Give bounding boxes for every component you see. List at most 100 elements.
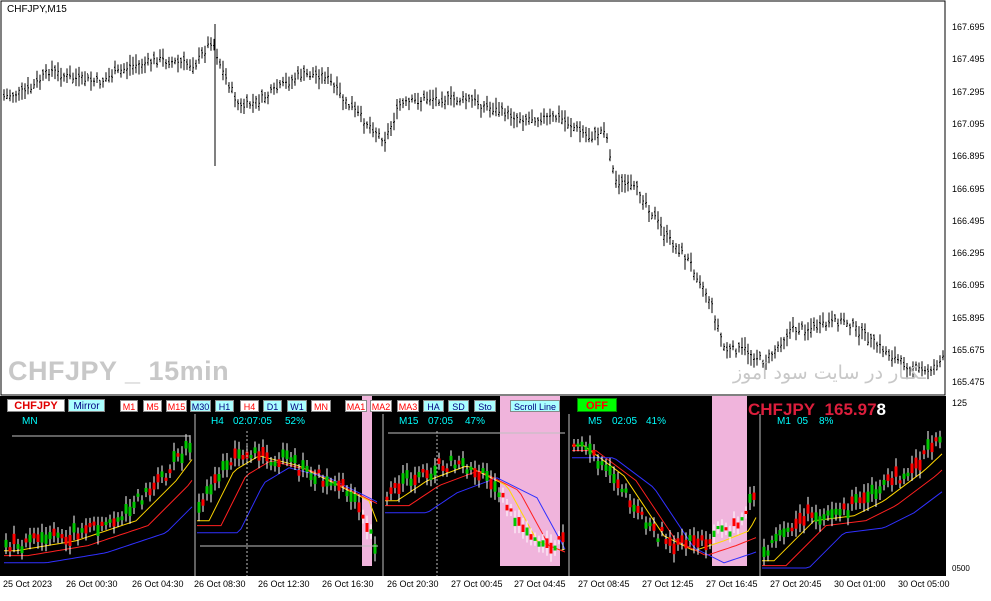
- candle-body: [128, 506, 132, 517]
- heiken-ashi-button[interactable]: HA: [423, 400, 444, 412]
- time-axis-label: 26 Oct 20:30: [387, 579, 439, 589]
- toggle-off-button[interactable]: OFF: [577, 398, 617, 412]
- candle-body: [293, 455, 297, 464]
- candle-body: [20, 546, 24, 554]
- candle-body: [140, 500, 144, 505]
- tf-button-w1[interactable]: W1: [287, 400, 307, 412]
- candle-body: [612, 474, 616, 484]
- candle-body: [12, 533, 16, 545]
- candle-body: [902, 473, 906, 479]
- ma3-button[interactable]: MA3: [397, 400, 419, 412]
- candle-body: [253, 447, 257, 454]
- subchart-h4-pct: 52%: [285, 416, 306, 427]
- candle-body: [221, 461, 225, 471]
- candle-body: [229, 462, 233, 466]
- candle-body: [269, 461, 273, 466]
- candle-body: [850, 496, 854, 505]
- candle-body: [84, 525, 88, 534]
- tf-button-h4[interactable]: H4: [240, 400, 259, 412]
- sub-axis-500: 500: [956, 564, 970, 573]
- candle-body: [481, 468, 485, 474]
- tf-button-m15[interactable]: M15: [166, 400, 187, 412]
- candle-body: [313, 476, 317, 485]
- main-chart[interactable]: [0, 0, 991, 396]
- price-axis-label: 166.095: [952, 280, 985, 291]
- tf-button-h1[interactable]: H1: [215, 400, 234, 412]
- candle-body: [732, 518, 736, 527]
- subchart-m5-label: M5: [588, 416, 602, 427]
- subchart-m1-label: M1: [777, 416, 791, 427]
- candle-body: [882, 480, 886, 485]
- subchart-m15-timer: 07:05: [428, 416, 454, 427]
- subchart-m5-timer: 02:05: [612, 416, 638, 427]
- time-axis-label: 30 Oct 01:00: [834, 579, 886, 589]
- candle-body: [297, 470, 301, 476]
- candle-body: [188, 442, 192, 453]
- candle-body: [497, 492, 501, 498]
- candle-body: [457, 460, 461, 465]
- candle-body: [858, 497, 862, 504]
- ma2-button[interactable]: MA2: [370, 400, 392, 412]
- candle-body: [521, 524, 525, 532]
- candle-body: [798, 512, 802, 524]
- time-axis-label: 26 Oct 12:30: [258, 579, 310, 589]
- candle-body: [926, 439, 930, 450]
- candle-body: [862, 492, 866, 504]
- candle-body: [644, 522, 648, 529]
- candle-body: [172, 451, 176, 462]
- candle-body: [628, 500, 632, 508]
- candle-body: [692, 535, 696, 546]
- price-axis-label: 165.675: [952, 345, 985, 355]
- candle-body: [537, 541, 541, 547]
- price-axis-label: 166.895: [952, 151, 985, 162]
- candle-body: [289, 457, 293, 462]
- multi-timeframe-panel: [0, 396, 991, 596]
- tf-button-m30[interactable]: M30: [190, 400, 211, 412]
- candle-body: [393, 483, 397, 488]
- candle-body: [834, 508, 838, 515]
- candle-body: [878, 486, 882, 494]
- candle-body: [365, 523, 369, 532]
- candle-body: [854, 494, 858, 503]
- stochastic-button[interactable]: Sto: [474, 400, 496, 412]
- ma1-button[interactable]: MA1: [345, 400, 367, 412]
- candle-body: [429, 473, 433, 480]
- candle-body: [545, 538, 549, 548]
- candle-body: [104, 521, 108, 526]
- candle-body: [405, 470, 409, 479]
- candle-body: [740, 517, 744, 521]
- candle-body: [802, 516, 806, 526]
- candle-body: [124, 504, 128, 514]
- tf-button-m5[interactable]: M5: [143, 400, 162, 412]
- mirror-button[interactable]: Mirror: [68, 399, 105, 412]
- tf-button-d1[interactable]: D1: [263, 400, 282, 412]
- candle-body: [4, 539, 8, 548]
- candle-body: [241, 455, 245, 460]
- candle-body: [596, 461, 600, 469]
- candle-body: [180, 453, 184, 464]
- scroll-line-button[interactable]: Scroll Line: [510, 400, 560, 412]
- candle-body: [890, 477, 894, 486]
- candle-body: [156, 474, 160, 483]
- candle-body: [209, 484, 213, 495]
- tf-button-m1[interactable]: M1: [120, 400, 138, 412]
- candle-body: [592, 449, 596, 456]
- candle-body: [441, 465, 445, 471]
- candle-body: [501, 492, 505, 498]
- candle-body: [782, 528, 786, 538]
- symbol-button[interactable]: CHFJPY: [7, 399, 65, 412]
- tf-button-mn[interactable]: MN: [311, 400, 331, 412]
- candle-body: [257, 451, 261, 461]
- candle-body: [616, 479, 620, 489]
- candle-body: [160, 471, 164, 478]
- candle-body: [636, 505, 640, 513]
- price-axis-label: 165.895: [952, 312, 985, 323]
- candle-body: [409, 478, 413, 486]
- candle-body: [120, 516, 124, 521]
- candle-body: [894, 466, 898, 477]
- candle-body: [76, 533, 80, 540]
- sd-button[interactable]: SD: [448, 400, 469, 412]
- candle-body: [930, 442, 934, 453]
- candle-body: [421, 469, 425, 473]
- candle-body: [770, 540, 774, 544]
